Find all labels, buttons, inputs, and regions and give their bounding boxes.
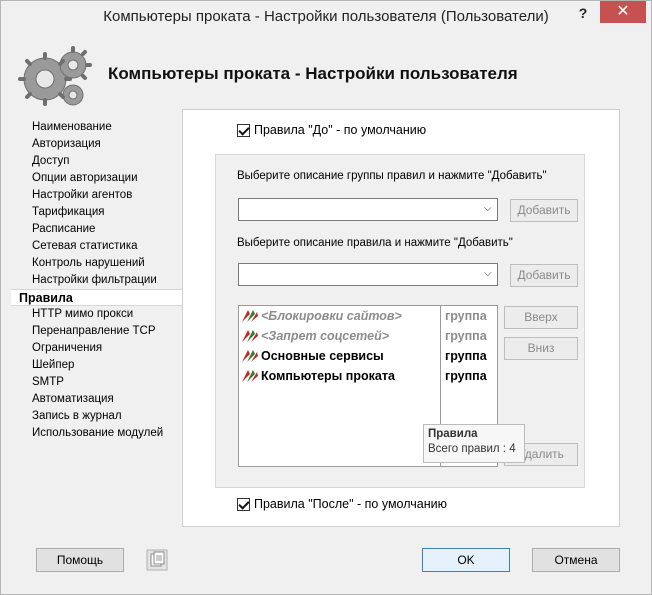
rule-name: Компьютеры проката — [261, 369, 395, 383]
help-button[interactable]: Помощь — [36, 548, 124, 572]
list-item[interactable]: <Блокировки сайтов> группа — [239, 306, 497, 326]
sidebar-item-automation[interactable]: Автоматизация — [11, 391, 183, 408]
gears-icon — [18, 46, 92, 106]
title-bar: Компьютеры проката - Настройки пользоват… — [1, 1, 651, 33]
rule-select[interactable]: ⌵ — [238, 263, 498, 286]
before-default-label: Правила "До" - по умолчанию — [254, 123, 427, 137]
chevron-down-icon: ⌵ — [484, 203, 492, 214]
sidebar-item-logging[interactable]: Запись в журнал — [11, 408, 183, 425]
before-default-checkbox[interactable] — [237, 123, 250, 137]
list-item[interactable]: Компьютеры проката группа — [239, 366, 497, 386]
sidebar-item-tcp-redirect[interactable]: Перенаправление TCP — [11, 323, 183, 340]
settings-sidebar: Наименование Авторизация Доступ Опции ав… — [11, 119, 184, 442]
sidebar-item-schedule[interactable]: Расписание — [11, 221, 183, 238]
before-default-row[interactable]: Правила "До" - по умолчанию — [237, 123, 426, 137]
rule-type: группа — [445, 369, 487, 383]
list-item[interactable]: Основные сервисы группа — [239, 346, 497, 366]
group-prompt-label: Выберите описание группы правил и нажмит… — [237, 170, 547, 182]
list-item[interactable]: <Запрет соцсетей> группа — [239, 326, 497, 346]
sidebar-item-filtering[interactable]: Настройки фильтрации — [11, 272, 183, 289]
sidebar-item-rules[interactable]: Правила — [11, 289, 184, 306]
ok-button[interactable]: OK — [422, 548, 510, 572]
sidebar-item-auth[interactable]: Авторизация — [11, 136, 183, 153]
chevron-down-icon: ⌵ — [484, 268, 492, 279]
rule-type: группа — [445, 309, 487, 323]
tooltip-title: Правила — [428, 428, 478, 440]
close-button[interactable]: ✕ — [600, 1, 646, 23]
sidebar-item-modules[interactable]: Использование модулей — [11, 425, 183, 442]
settings-dialog: Компьютеры проката - Настройки пользоват… — [0, 0, 652, 595]
add-rule-button[interactable]: Добавить — [510, 264, 578, 287]
rule-arrows-icon — [242, 330, 258, 342]
page-title: Компьютеры проката - Настройки пользоват… — [108, 64, 518, 83]
add-group-button[interactable]: Добавить — [510, 199, 578, 222]
sidebar-item-limits[interactable]: Ограничения — [11, 340, 183, 357]
rule-name: <Запрет соцсетей> — [261, 329, 390, 343]
sidebar-item-name[interactable]: Наименование — [11, 119, 183, 136]
rule-arrows-icon — [242, 310, 258, 322]
rule-name: Основные сервисы — [261, 349, 384, 363]
after-default-row[interactable]: Правила "После" - по умолчанию — [237, 497, 447, 511]
rule-arrows-icon — [242, 370, 258, 382]
rules-panel: Правила "До" - по умолчанию Выберите опи… — [182, 109, 620, 527]
rule-arrows-icon — [242, 350, 258, 362]
rules-editor: Выберите описание группы правил и нажмит… — [215, 154, 585, 488]
rule-name: <Блокировки сайтов> — [261, 309, 402, 323]
group-select[interactable]: ⌵ — [238, 198, 498, 221]
sidebar-item-access[interactable]: Доступ — [11, 153, 183, 170]
sidebar-item-auth-options[interactable]: Опции авторизации — [11, 170, 183, 187]
sidebar-item-agent-settings[interactable]: Настройки агентов — [11, 187, 183, 204]
rules-tooltip: Правила Всего правил : 4 — [423, 424, 525, 463]
after-default-label: Правила "После" - по умолчанию — [254, 497, 447, 511]
sidebar-item-net-stats[interactable]: Сетевая статистика — [11, 238, 183, 255]
sidebar-item-violations[interactable]: Контроль нарушений — [11, 255, 183, 272]
sidebar-item-tariffs[interactable]: Тарификация — [11, 204, 183, 221]
rule-type: группа — [445, 349, 487, 363]
move-up-button[interactable]: Вверх — [504, 306, 578, 329]
after-default-checkbox[interactable] — [237, 497, 250, 511]
help-title-button[interactable]: ? — [572, 3, 594, 25]
tooltip-body: Всего правил : 4 — [428, 443, 516, 455]
sidebar-item-shaper[interactable]: Шейпер — [11, 357, 183, 374]
cancel-button[interactable]: Отмена — [532, 548, 620, 572]
sidebar-item-http-bypass[interactable]: HTTP мимо прокси — [11, 306, 183, 323]
rule-type: группа — [445, 329, 487, 343]
window-title: Компьютеры проката - Настройки пользоват… — [103, 8, 549, 25]
rule-prompt-label: Выберите описание правила и нажмите "Доб… — [237, 237, 513, 249]
sidebar-item-smtp[interactable]: SMTP — [11, 374, 183, 391]
clipboard-icon[interactable] — [146, 549, 168, 571]
move-down-button[interactable]: Вниз — [504, 337, 578, 360]
